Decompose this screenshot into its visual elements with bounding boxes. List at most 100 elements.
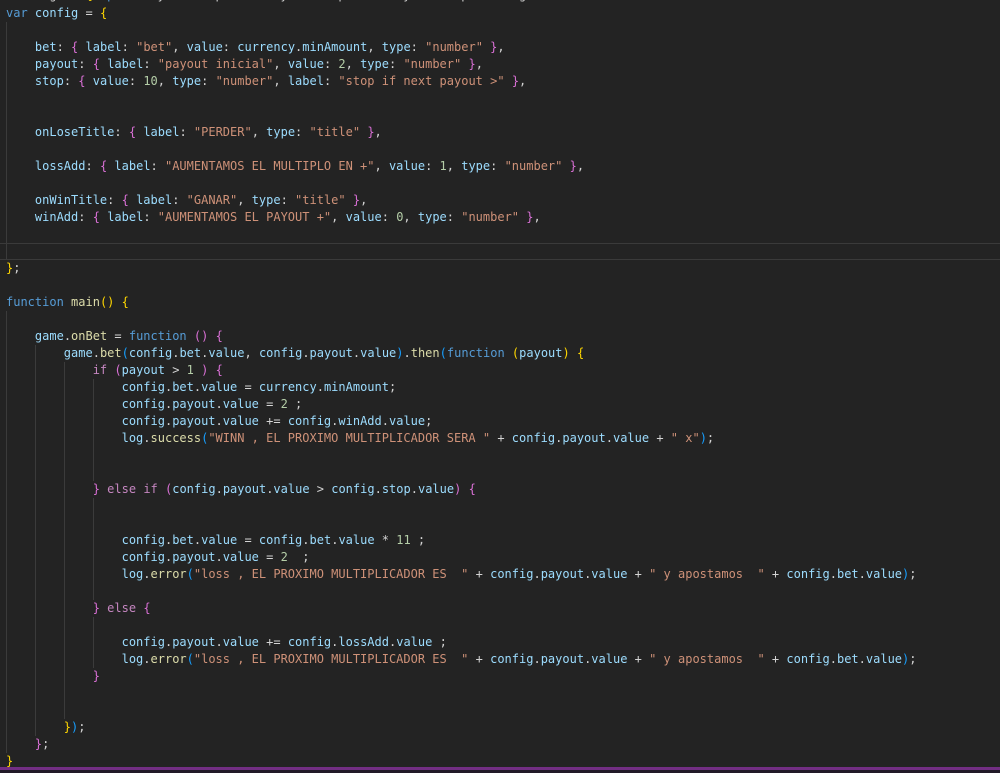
code-line[interactable]: var config = { [0,5,1000,22]
code-line[interactable]: }; [0,736,1000,753]
code-line[interactable]: lossAdd: { label: "AUMENTAMOS EL MULTIPL… [0,158,1000,175]
code-token: + [765,567,787,581]
code-token: game [64,346,93,360]
code-token: config [786,652,829,666]
code-line[interactable] [0,141,1000,158]
indent-guide-line [6,651,7,668]
code-line[interactable] [0,617,1000,634]
code-line[interactable]: config.bet.value = config.bet.value * 11… [0,532,1000,549]
code-token: onWinTitle [35,193,107,207]
code-line[interactable]: config.payout.value = 2 ; [0,396,1000,413]
code-line[interactable] [0,583,1000,600]
code-line[interactable]: } else if (config.payout.value > config.… [0,481,1000,498]
code-token: type [266,125,295,139]
code-token [6,40,35,54]
code-token: ; [432,635,446,649]
code-token [64,295,71,309]
code-line[interactable] [0,464,1000,481]
code-line[interactable]: config.payout.value += config.lossAdd.va… [0,634,1000,651]
code-line[interactable]: }; [0,260,1000,277]
code-editor[interactable]: g { p y p y p y p g var config = { bet: … [0,0,1000,773]
code-line[interactable]: }); [0,719,1000,736]
code-token: : [129,74,143,88]
code-line[interactable]: winAdd: { label: "AUMENTAMOS EL PAYOUT +… [0,209,1000,226]
code-line[interactable]: bet: { label: "bet", value: currency.min… [0,39,1000,56]
code-token: config [122,533,165,547]
code-token: . [93,346,100,360]
code-line[interactable]: log.error("loss , EL PROXIMO MULTIPLICAD… [0,566,1000,583]
code-line[interactable]: game.bet(config.bet.value, config.payout… [0,345,1000,362]
code-line[interactable] [0,498,1000,515]
code-line[interactable] [0,515,1000,532]
code-line[interactable] [0,90,1000,107]
code-line[interactable]: log.error("loss , EL PROXIMO MULTIPLICAD… [0,651,1000,668]
code-line[interactable] [0,22,1000,39]
code-token: " x" [671,431,700,445]
indent-guide-line [6,668,7,685]
code-token: config [35,6,78,20]
code-token: onBet [71,329,107,343]
code-line[interactable] [0,311,1000,328]
code-token: else [107,482,136,496]
code-token: { [469,482,476,496]
code-token: . [216,397,223,411]
code-token: . [143,567,150,581]
code-token: currency [259,380,317,394]
code-line[interactable]: config.payout.value += config.winAdd.val… [0,413,1000,430]
code-line[interactable]: function main() { [0,294,1000,311]
code-line[interactable]: config.bet.value = currency.minAmount; [0,379,1000,396]
code-line[interactable]: payout: { label: "payout inicial", value… [0,56,1000,73]
code-token: + [649,431,671,445]
code-token: value [346,210,382,224]
indent-guide-line [35,447,36,464]
code-token: y [346,0,411,2]
code-line[interactable] [0,277,1000,294]
code-token: 1 [440,159,447,173]
code-token: label [107,210,143,224]
code-line[interactable]: stop: { value: 10, type: "number", label… [0,73,1000,90]
code-line-current[interactable] [0,243,1000,260]
indent-guide-line [64,515,65,532]
code-line[interactable] [0,226,1000,243]
indent-guide-line [6,634,7,651]
indent-guide-line [64,498,65,515]
code-line[interactable] [0,175,1000,192]
code-token: config [490,652,533,666]
code-line[interactable]: log.success("WINN , EL PROXIMO MULTIPLIC… [0,430,1000,447]
code-line[interactable]: config.payout.value = 2 ; [0,549,1000,566]
code-line[interactable] [0,107,1000,124]
code-line[interactable]: onLoseTitle: { label: "PERDER", type: "t… [0,124,1000,141]
indent-guide-line [64,685,65,702]
code-line[interactable] [0,685,1000,702]
code-token [28,6,35,20]
indent-guide-line [6,413,7,430]
code-line[interactable] [0,447,1000,464]
code-token: value [338,533,374,547]
code-token: log [122,652,144,666]
indent-guide-line [35,685,36,702]
code-token: , [375,159,389,173]
code-token [6,159,35,173]
indent-guide-line [93,430,94,447]
clipped-code-line: g { p y p y p y p g [0,0,526,4]
code-token: config [259,346,302,360]
indent-guide-line [6,158,7,175]
code-token: payout [310,346,353,360]
code-line[interactable]: } else { [0,600,1000,617]
code-token: . [382,414,389,428]
code-token: value [223,635,259,649]
code-line[interactable]: if (payout > 1 ) { [0,362,1000,379]
code-token: ; [78,720,85,734]
code-token: { [100,6,107,20]
code-line[interactable] [0,702,1000,719]
code-token: 2 [281,550,288,564]
code-token: "AUMENTAMOS EL PAYOUT +" [158,210,331,224]
code-token [562,159,569,173]
code-token: "PERDER" [194,125,252,139]
code-token: onLoseTitle [35,125,114,139]
code-line[interactable]: game.onBet = function () { [0,328,1000,345]
code-line[interactable]: } [0,668,1000,685]
indent-guide-line [35,600,36,617]
code-line[interactable]: onWinTitle: { label: "GANAR", type: "tit… [0,192,1000,209]
indent-guide-line [64,362,65,379]
